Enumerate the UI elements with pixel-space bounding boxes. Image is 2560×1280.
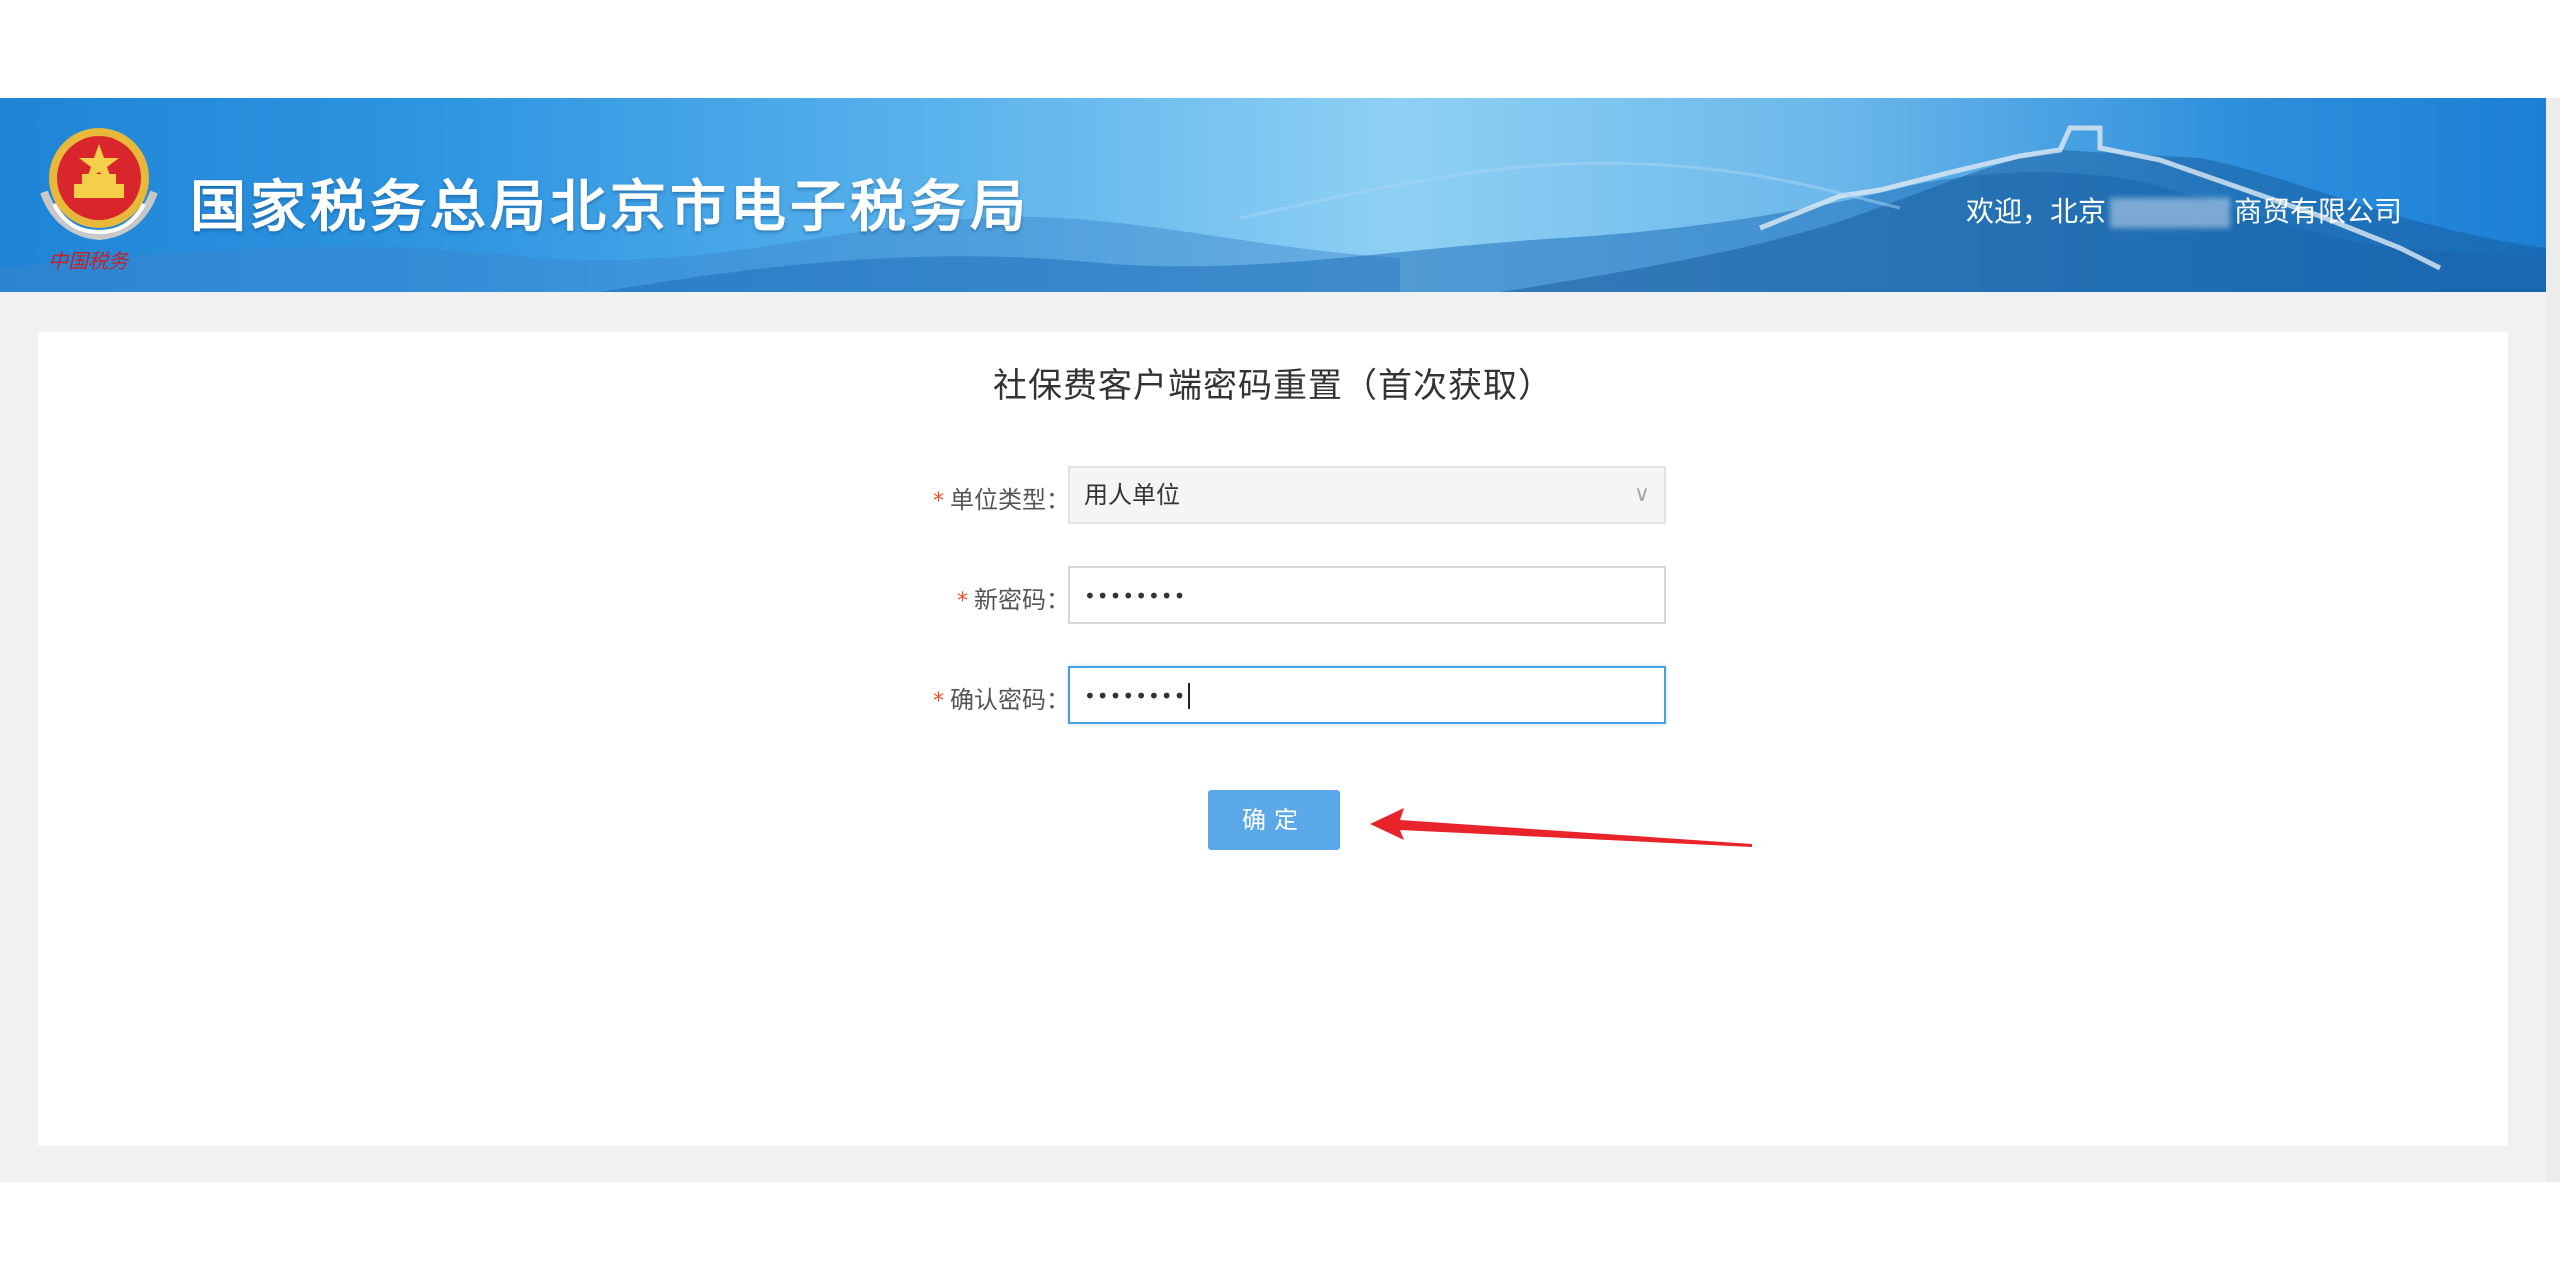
confirm-password-input[interactable]: •••••••• [1068, 666, 1666, 724]
unit-type-select[interactable]: 用人单位 ∨ [1068, 466, 1666, 524]
text-caret [1188, 683, 1191, 709]
unit-type-label: * 单位类型： [933, 486, 1070, 514]
svg-text:中国税务: 中国税务 [48, 249, 130, 272]
national-emblem-icon: 中国税务 [40, 128, 158, 272]
new-password-input[interactable]: •••••••• [1068, 566, 1666, 624]
welcome-suffix: 商贸有限公司 [2234, 195, 2403, 228]
confirm-button[interactable]: 确定 [1208, 790, 1340, 850]
welcome-prefix: 欢迎，北京 [1966, 195, 2107, 228]
new-password-label: * 新密码： [957, 586, 1070, 614]
confirm-password-value: •••••••• [1084, 684, 1187, 708]
site-title: 国家税务总局北京市电子税务局 [190, 175, 1030, 240]
scrollbar-track[interactable] [2546, 98, 2560, 1182]
required-mark: * [957, 589, 968, 614]
new-password-value: •••••••• [1084, 584, 1187, 608]
required-mark: * [933, 689, 944, 714]
required-mark: * [933, 489, 944, 514]
chevron-down-icon: ∨ [1633, 482, 1650, 507]
form-panel [38, 332, 2508, 1146]
red-arrow-icon [1370, 808, 1752, 847]
confirm-password-label: * 确认密码： [933, 686, 1070, 714]
welcome-message: 欢迎，北京 商贸有限公司 [1966, 190, 2402, 230]
page: 中国税务 国家税务总局北京市电子税务局 欢迎，北京 商贸有限公司 社保费客户端密码… [0, 0, 2560, 1280]
form-title: 社保费客户端密码重置（首次获取） [993, 366, 1553, 406]
redacted-company-name [2110, 198, 2231, 228]
header-banner: 中国税务 国家税务总局北京市电子税务局 欢迎，北京 商贸有限公司 [0, 98, 2546, 292]
unit-type-value: 用人单位 [1084, 481, 1180, 509]
